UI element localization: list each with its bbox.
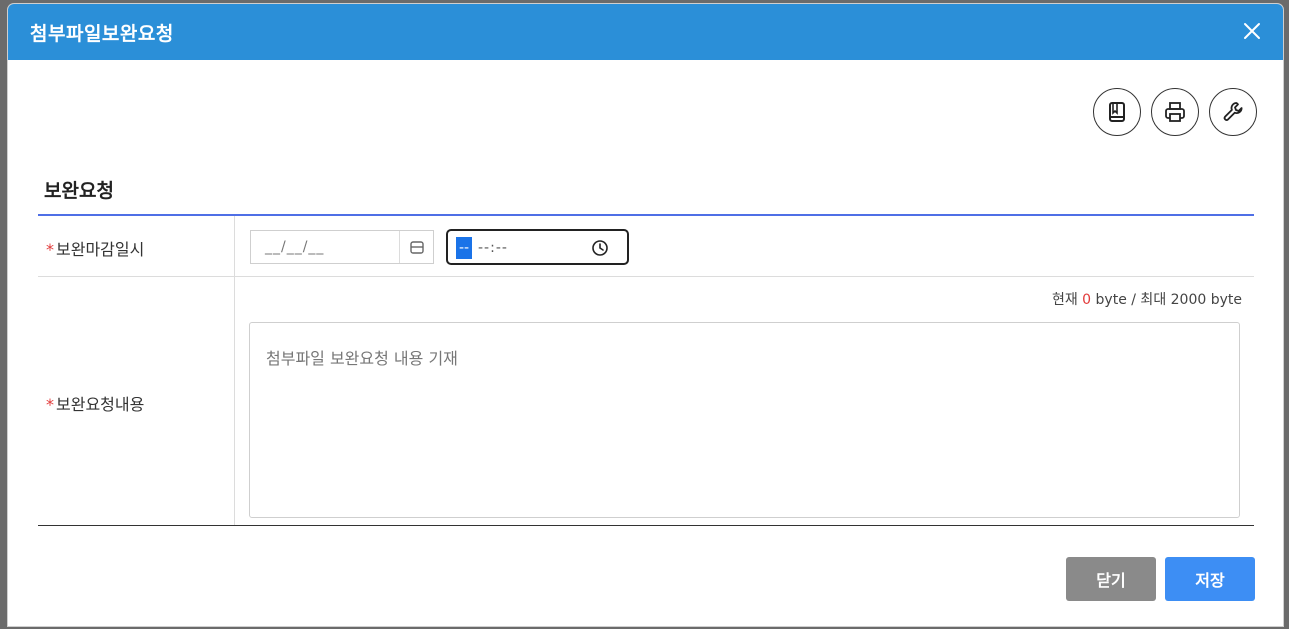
book-icon[interactable] <box>1093 88 1141 136</box>
save-button[interactable]: 저장 <box>1165 557 1255 601</box>
dialog: 첨부파일보완요청 보완요청 * 보완마감일시 __/__/__ -- --:--… <box>8 4 1283 626</box>
time-input[interactable]: -- --:-- <box>446 229 629 265</box>
byte-counter: 현재 0 byte / 최대 2000 byte <box>1052 289 1242 309</box>
date-divider <box>399 231 400 263</box>
clock-icon[interactable] <box>591 239 609 257</box>
toolbar <box>1093 88 1257 136</box>
deadline-row: * 보완마감일시 __/__/__ -- --:-- <box>38 216 1254 277</box>
deadline-label: * 보완마감일시 <box>46 236 144 260</box>
required-mark: * <box>46 240 54 259</box>
date-input[interactable]: __/__/__ <box>250 230 434 264</box>
time-hour-segment[interactable]: -- <box>456 237 472 259</box>
time-rest-segment[interactable]: --:-- <box>478 237 508 259</box>
content-row: * 보완요청내용 현재 0 byte / 최대 2000 byte 첨부파일 보완… <box>38 277 1254 526</box>
print-icon[interactable] <box>1151 88 1199 136</box>
content-label: * 보완요청내용 <box>46 391 144 415</box>
wrench-icon[interactable] <box>1209 88 1257 136</box>
close-button[interactable]: 닫기 <box>1066 557 1156 601</box>
byte-counter-prefix: 현재 <box>1051 292 1083 308</box>
content-label-text: 보완요청내용 <box>56 395 145 414</box>
byte-counter-current: 0 <box>1082 292 1092 308</box>
deadline-label-text: 보완마감일시 <box>56 240 145 259</box>
date-input-value: __/__/__ <box>265 239 325 255</box>
section-title: 보완요청 <box>44 180 114 202</box>
deadline-label-cell: * 보완마감일시 <box>38 216 235 276</box>
calendar-icon[interactable] <box>409 239 425 255</box>
content-label-cell: * 보완요청내용 <box>38 277 235 525</box>
dialog-header: 첨부파일보완요청 <box>8 4 1283 60</box>
dialog-title: 첨부파일보완요청 <box>30 23 174 45</box>
content-textarea[interactable]: 첨부파일 보완요청 내용 기재 <box>249 322 1240 518</box>
content-placeholder: 첨부파일 보완요청 내용 기재 <box>266 349 458 368</box>
required-mark: * <box>46 395 54 414</box>
close-icon[interactable] <box>1239 18 1265 44</box>
byte-counter-suffix: byte / 최대 2000 byte <box>1091 292 1242 308</box>
